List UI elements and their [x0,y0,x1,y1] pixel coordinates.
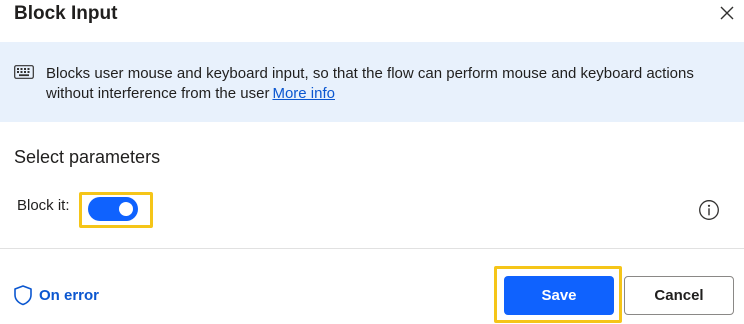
block-it-toggle[interactable] [88,197,138,221]
shield-icon [14,285,32,306]
info-banner: Blocks user mouse and keyboard input, so… [0,42,744,122]
block-input-dialog: Block Input Blocks user mouse and keyboa… [0,0,744,324]
info-icon[interactable] [698,199,720,221]
keyboard-icon [14,65,34,79]
close-button[interactable] [716,2,738,24]
dialog-title: Block Input [14,3,118,24]
save-button[interactable]: Save [504,276,614,315]
block-it-label: Block it: [17,197,70,214]
on-error-button[interactable]: On error [12,284,99,306]
footer-divider [0,248,744,249]
cancel-button[interactable]: Cancel [624,276,734,315]
on-error-label: On error [39,286,100,304]
info-description-text: Blocks user mouse and keyboard input, so… [46,65,694,102]
more-info-link[interactable]: More info [272,85,335,102]
section-title: Select parameters [14,147,161,167]
toggle-knob [119,202,133,216]
close-icon [720,6,734,20]
title-bar: Block Input [0,0,744,42]
info-description: Blocks user mouse and keyboard input, so… [46,64,726,104]
